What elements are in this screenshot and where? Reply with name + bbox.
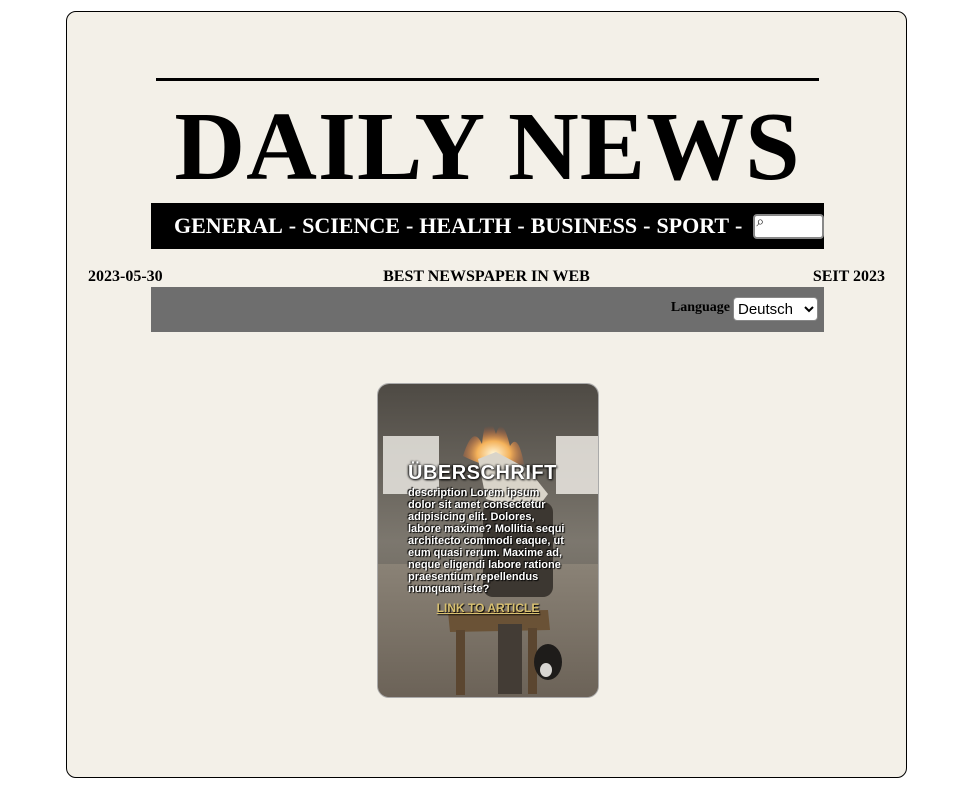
masthead-rule	[156, 78, 819, 81]
article-card[interactable]: ÜBERSCHRIFT description Lorem ipsum dolo…	[377, 383, 599, 698]
search-input[interactable]	[769, 216, 832, 236]
nav-item-sport[interactable]: SPORT	[656, 203, 729, 249]
language-bar: Language Deutsch	[151, 287, 824, 332]
nav-separator: -	[735, 213, 743, 238]
nav-item-business[interactable]: BUSINESS	[531, 203, 637, 249]
search-icon: ⌕	[756, 213, 765, 230]
article-link[interactable]: LINK TO ARTICLE	[408, 601, 568, 615]
slogan: BEST NEWSPAPER IN WEB	[383, 268, 590, 285]
article-content: ÜBERSCHRIFT description Lorem ipsum dolo…	[408, 462, 568, 615]
nav-separator: -	[643, 213, 651, 238]
info-line: 2023-05-30 BEST NEWSPAPER IN WEB SEIT 20…	[88, 268, 885, 288]
language-label: Language	[670, 300, 730, 315]
category-nav: GENERAL - SCIENCE - HEALTH - BUSINESS - …	[151, 203, 832, 249]
nav-separator: -	[517, 213, 525, 238]
established-label: SEIT 2023	[812, 268, 885, 285]
nav-separator: -	[288, 213, 297, 238]
nav-item-general[interactable]: GENERAL	[174, 203, 283, 249]
newspaper-page: DAILY NEWS GENERAL - SCIENCE - HEALTH - …	[66, 11, 907, 778]
nav-item-health[interactable]: HEALTH	[419, 203, 511, 249]
search-box[interactable]: ⌕	[753, 213, 832, 239]
language-select[interactable]: Deutsch	[733, 297, 818, 321]
article-description: description Lorem ipsum dolor sit amet c…	[408, 487, 565, 595]
article-heading: ÜBERSCHRIFT	[408, 462, 557, 484]
masthead-title: DAILY NEWS	[174, 93, 801, 201]
nav-separator: -	[405, 213, 414, 238]
nav-item-science[interactable]: SCIENCE	[302, 203, 400, 249]
